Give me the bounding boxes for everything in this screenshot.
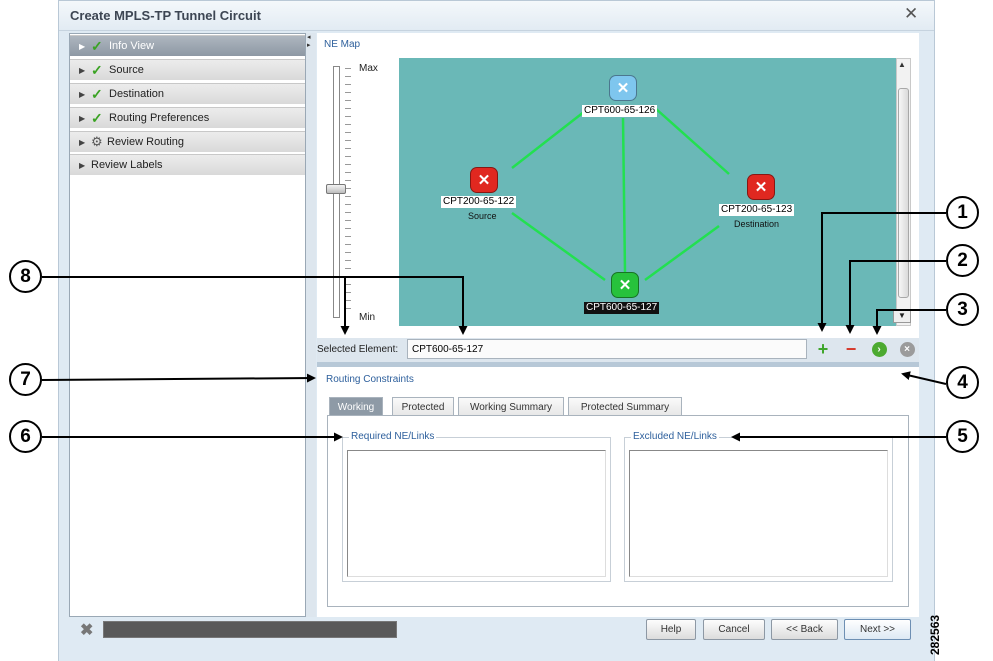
figure-id: 282563 — [928, 614, 942, 655]
callout-7: 7 — [9, 363, 42, 396]
callout-2-line — [845, 260, 946, 334]
callout-1: 1 — [946, 196, 979, 229]
callout-2: 2 — [946, 244, 979, 277]
callout-1-line — [817, 212, 946, 332]
callout-3-line — [872, 309, 946, 335]
callout-7-line — [41, 373, 316, 383]
callout-8-branch-line — [345, 276, 468, 335]
callout-arrows — [41, 212, 947, 442]
callout-8: 8 — [9, 260, 42, 293]
callout-3: 3 — [946, 293, 979, 326]
callout-4: 4 — [946, 366, 979, 399]
callout-4-line — [901, 371, 947, 385]
callout-5: 5 — [946, 420, 979, 453]
callout-6: 6 — [9, 420, 42, 453]
callout-8-line — [42, 276, 350, 335]
